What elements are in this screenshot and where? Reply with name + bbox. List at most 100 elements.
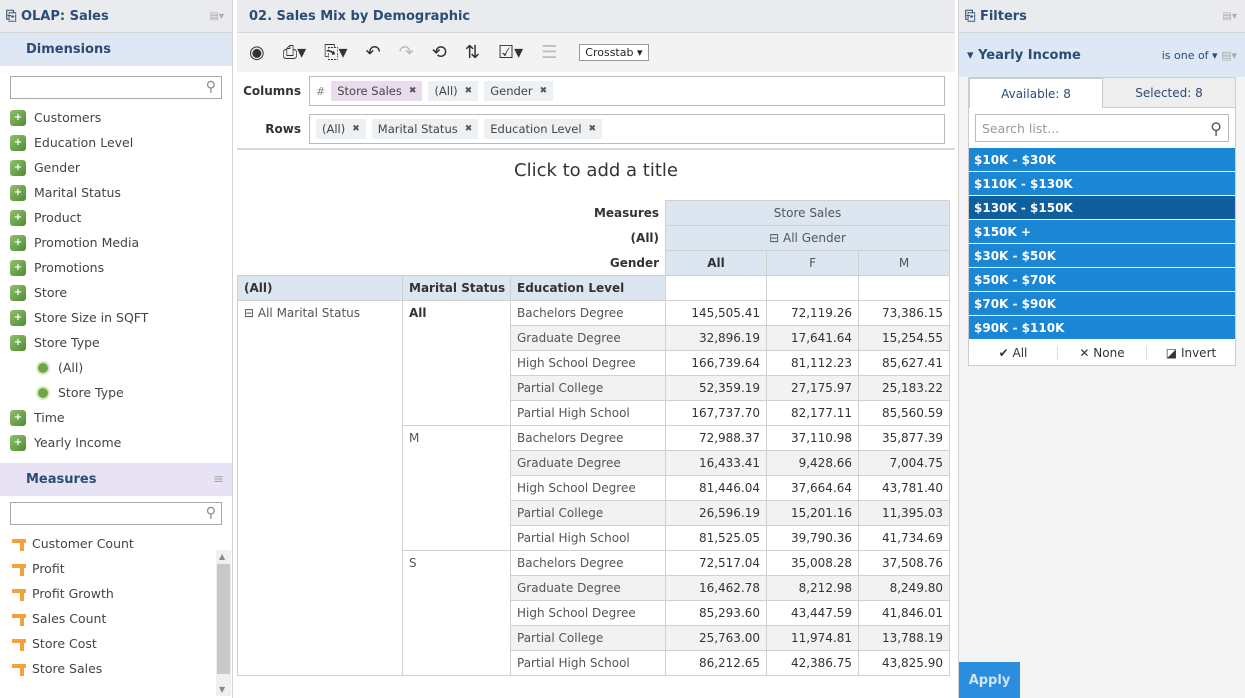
remove-icon[interactable]: ✖ (540, 86, 548, 96)
measure-hash-icon: # (316, 84, 326, 98)
measures-scrollbar[interactable]: ▲ ▼ (216, 550, 231, 696)
selection-actions: ✔ All ✕ None ◪ Invert (969, 340, 1235, 365)
pill-label: Store Sales (337, 84, 402, 98)
remove-icon[interactable]: ✖ (465, 86, 473, 96)
panel-menu-icon[interactable]: ▤▾ (210, 11, 224, 22)
scrollbar-thumb[interactable] (217, 564, 230, 674)
dimension-item[interactable]: Store Type (0, 380, 232, 405)
view-type-select[interactable]: Crosstab ▾ (579, 44, 649, 61)
dimension-item[interactable]: + Marital Status (0, 180, 232, 205)
education-cell: Graduate Degree (509, 575, 667, 601)
report-title-placeholder[interactable]: Click to add a title (237, 148, 955, 193)
columns-label: Columns (243, 84, 301, 98)
remove-icon[interactable]: ✖ (589, 124, 597, 134)
measure-item[interactable]: Profit Growth (0, 581, 232, 606)
remove-icon[interactable]: ✖ (409, 86, 417, 96)
apply-button[interactable]: Apply (959, 662, 1020, 698)
tab-selected[interactable]: Selected: 8 (1103, 78, 1235, 108)
measure-icon (12, 537, 26, 551)
rows-drop-zone[interactable]: (All) ✖ Marital Status ✖ Education Level ✖ (309, 114, 945, 144)
filter-option[interactable]: $30K - $50K (969, 244, 1235, 268)
value-m: 43,825.90 (858, 650, 951, 676)
dimension-item[interactable]: + Education Level (0, 130, 232, 155)
rows-label: Rows (265, 122, 301, 136)
filter-yearly-income-header[interactable]: ▾ Yearly Income is one of ▾ ▤▾ (959, 33, 1245, 77)
row-header-education: Education Level (509, 275, 667, 301)
dimension-item[interactable]: + Yearly Income (0, 430, 232, 455)
export-icon[interactable]: ⎘▾ (324, 43, 347, 62)
filter-operator[interactable]: is one of ▾ ▤▾ (1162, 49, 1237, 62)
dimension-item[interactable]: + Promotions (0, 255, 232, 280)
dimension-item[interactable]: + Store (0, 280, 232, 305)
remove-icon[interactable]: ✖ (465, 124, 473, 134)
select-all-button[interactable]: ✔ All (969, 345, 1058, 360)
save-icon[interactable]: ⎙▾ (283, 43, 306, 62)
view-icon[interactable]: ◉ (249, 43, 265, 62)
row-pill[interactable]: (All) ✖ (316, 119, 366, 139)
dimension-icon: + (10, 159, 26, 176)
dimension-item[interactable]: + Customers (0, 105, 232, 130)
dimension-item[interactable]: + Gender (0, 155, 232, 180)
measure-item[interactable]: Customer Count (0, 531, 232, 556)
redo-icon[interactable]: ↷ (399, 43, 414, 62)
filter-option[interactable]: $10K - $30K (969, 148, 1235, 172)
value-f: 9,428.66 (766, 450, 860, 476)
dimension-item[interactable]: + Product (0, 205, 232, 230)
row-pill[interactable]: Education Level ✖ (484, 119, 603, 139)
dimensions-search-input[interactable]: ⚲ (10, 76, 222, 99)
dimension-label: Yearly Income (34, 435, 122, 450)
rows-row: Rows (All) ✖ Marital Status ✖ Education Leve… (237, 110, 955, 148)
dimension-item[interactable]: + Promotion Media (0, 230, 232, 255)
measure-item[interactable]: Store Cost (0, 631, 232, 656)
menu-icon[interactable]: ≡ (213, 472, 224, 487)
row-pill[interactable]: Marital Status ✖ (371, 119, 479, 139)
reset-icon[interactable]: ⟲ (432, 43, 447, 62)
panel-menu-icon[interactable]: ▤▾ (1223, 11, 1237, 22)
measure-item[interactable]: Store Sales (0, 656, 232, 681)
measure-item[interactable]: Profit (0, 556, 232, 581)
undo-icon[interactable]: ↶ (366, 43, 381, 62)
options-icon[interactable]: ☑▾ (498, 43, 523, 62)
remove-icon[interactable]: ✖ (352, 124, 360, 134)
properties-icon[interactable]: ☰ (541, 43, 557, 62)
filter-option[interactable]: $110K - $130K (969, 172, 1235, 196)
value-all: 32,896.19 (665, 325, 768, 351)
filter-option[interactable]: $150K + (969, 220, 1235, 244)
filters-panel: ⎘ Filters ▤▾ ▾ Yearly Income is one of ▾… (958, 0, 1245, 698)
filter-option[interactable]: $90K - $110K (969, 316, 1235, 340)
swap-axes-icon[interactable]: ⇅ (465, 43, 480, 62)
value-f: 43,447.59 (766, 600, 860, 626)
filter-option[interactable]: $130K - $150K (969, 196, 1235, 220)
filter-option[interactable]: $50K - $70K (969, 268, 1235, 292)
dimension-icon: + (10, 234, 26, 251)
columns-drop-zone[interactable]: # Store Sales ✖ (All) ✖ Gender ✖ (309, 76, 945, 106)
select-none-button[interactable]: ✕ None (1058, 345, 1147, 360)
dimension-item[interactable]: + Time (0, 405, 232, 430)
measure-item[interactable]: Sales Count (0, 606, 232, 631)
measure-icon (12, 587, 26, 601)
collapse-icon[interactable]: ⊟ (244, 306, 254, 320)
measure-label: Profit (32, 561, 65, 576)
column-pill[interactable]: Store Sales ✖ (331, 81, 423, 101)
dimension-item[interactable]: + Store Size in SQFT (0, 305, 232, 330)
measures-title: Measures (26, 472, 97, 487)
value-f: 81,112.23 (766, 350, 860, 376)
filter-option[interactable]: $70K - $90K (969, 292, 1235, 316)
dimension-item[interactable]: (All) (0, 355, 232, 380)
all-gender-header: ⊟ All Gender (665, 225, 951, 251)
value-m: 43,781.40 (858, 475, 951, 501)
dimension-item[interactable]: + Store Type (0, 330, 232, 355)
invert-icon: ◪ (1165, 345, 1178, 360)
column-pill[interactable]: (All) ✖ (428, 81, 479, 101)
scroll-down-icon[interactable]: ▼ (219, 685, 225, 694)
filter-search-input[interactable]: Search list... ⚲ (975, 114, 1229, 142)
gender-header: Gender (609, 255, 660, 270)
dimension-label: Customers (34, 110, 102, 125)
measure-icon (12, 612, 26, 626)
column-pill[interactable]: Gender ✖ (484, 81, 554, 101)
measures-search-input[interactable]: ⚲ (10, 502, 222, 525)
tab-available[interactable]: Available: 8 (969, 78, 1103, 108)
collapse-icon[interactable]: ⊟ (769, 231, 779, 245)
scroll-up-icon[interactable]: ▲ (219, 552, 225, 561)
invert-selection-button[interactable]: ◪ Invert (1147, 346, 1235, 360)
